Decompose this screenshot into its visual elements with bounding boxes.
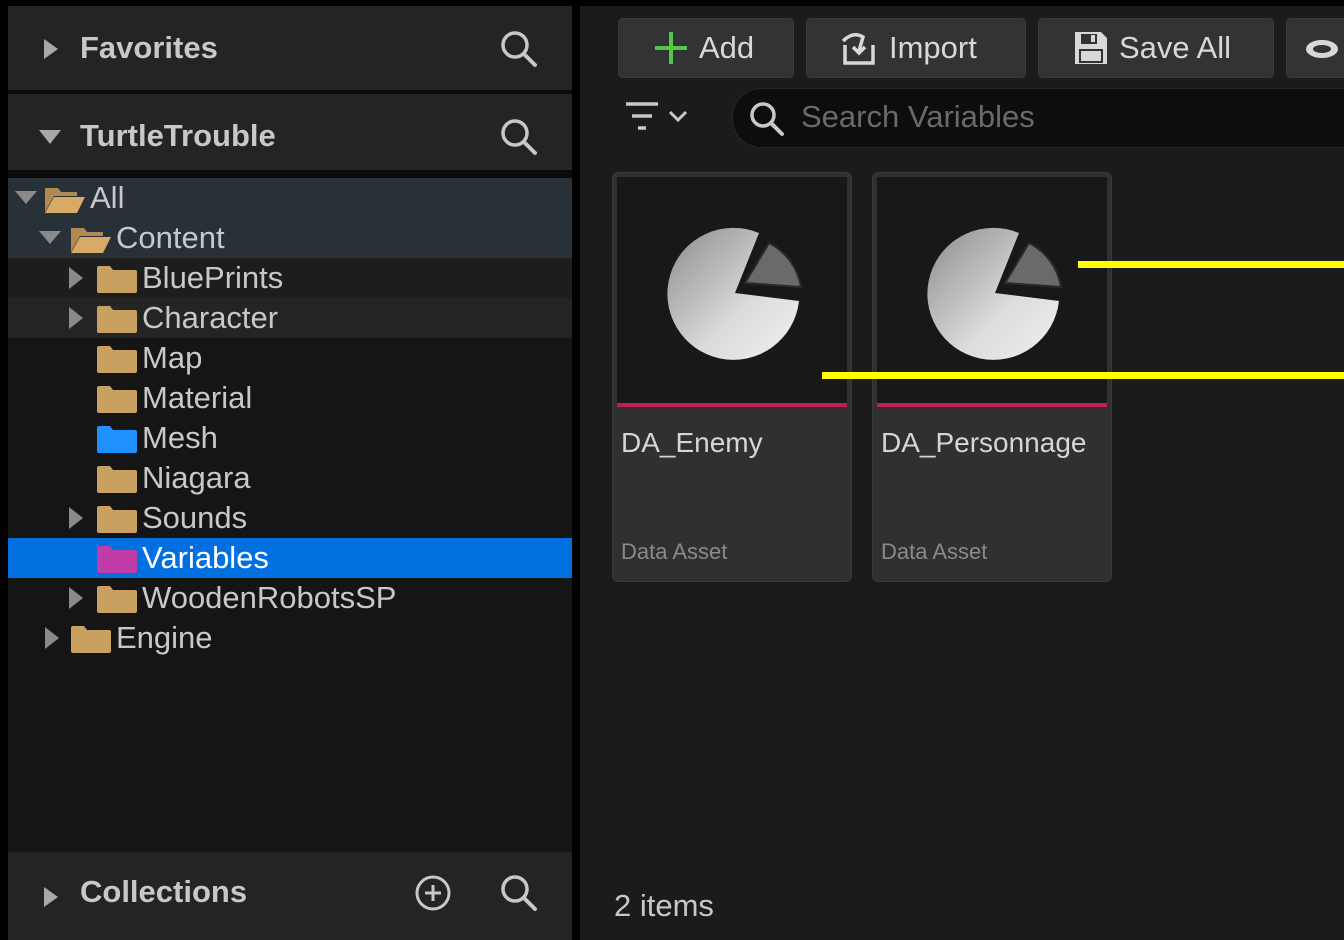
caret-right-icon[interactable] [44,626,60,650]
project-title: TurtleTrouble [80,118,276,153]
source-control-icon [1306,40,1338,58]
asset-thumbnail [877,177,1107,403]
folder-tree: All Content BluePrints Character Map Mat… [8,178,572,658]
folder-icon [97,586,137,613]
data-asset-icon [667,227,803,360]
folder-icon [97,306,137,333]
caret-right-icon[interactable] [68,306,84,330]
folder-icon [97,466,137,493]
folder-open-icon [45,188,85,213]
tree-item-character[interactable]: Character [8,298,572,338]
tree-item-mesh[interactable]: Mesh [8,418,572,458]
collections-title: Collections [80,874,248,909]
folder-icon [97,506,137,533]
tree-item-label: Material [142,380,253,415]
import-icon [841,33,875,65]
filter-icon[interactable] [624,100,690,136]
folder-icon [97,426,137,453]
asset-name: DA_Enemy [621,427,763,458]
add-button[interactable]: Add [618,18,794,78]
save-icon [1075,32,1107,64]
plus-icon [655,32,687,64]
tree-item-blueprints[interactable]: BluePrints [8,258,572,298]
tree-item-label: Map [142,340,203,375]
divider [8,170,572,178]
collections-header[interactable]: Collections [8,852,572,940]
annotation-line [822,372,1344,379]
caret-right-icon[interactable] [42,38,60,60]
search-icon[interactable] [500,874,538,912]
item-count: 2 items [614,888,714,923]
content-browser-assets-panel: Add Import Save All Search Variables DA_… [580,6,1344,940]
asset-type-bar [877,403,1107,407]
caret-right-icon[interactable] [68,586,84,610]
folder-icon [97,386,137,413]
data-asset-icon [927,227,1063,360]
tree-item-engine[interactable]: Engine [8,618,572,658]
search-icon[interactable] [500,118,538,156]
tree-item-variables[interactable]: Variables [8,538,572,578]
tree-item-label: Character [142,300,279,335]
tree-item-woodenrobotssp[interactable]: WoodenRobotsSP [8,578,572,618]
tree-item-label: Variables [142,540,269,575]
favorites-title: Favorites [80,30,218,65]
search-bar[interactable]: Search Variables [732,88,1344,148]
asset-name: DA_Personnage [881,427,1087,458]
folder-icon [71,626,111,653]
tree-item-label: BluePrints [142,260,284,295]
tree-item-label: Sounds [142,500,248,535]
annotation-line [1078,261,1344,268]
search-icon [750,102,784,136]
tree-item-label: Content [116,220,225,255]
tree-item-niagara[interactable]: Niagara [8,458,572,498]
tree-item-content[interactable]: Content [8,218,572,258]
content-browser-sources-panel: Favorites TurtleTrouble All Content Blue… [8,6,572,940]
asset-type: Data Asset [621,539,728,564]
asset-type: Data Asset [881,539,988,564]
tree-item-material[interactable]: Material [8,378,572,418]
caret-down-icon[interactable] [38,128,62,146]
tree-item-sounds[interactable]: Sounds [8,498,572,538]
folder-open-icon [71,228,111,253]
project-header[interactable]: TurtleTrouble [8,94,572,178]
asset-tile-da-enemy[interactable]: DA_Enemy Data Asset [612,172,852,582]
search-input[interactable]: Search Variables [801,99,1035,135]
save-all-button[interactable]: Save All [1038,18,1274,78]
import-button-label: Import [889,30,977,65]
search-icon[interactable] [500,30,538,68]
caret-right-icon[interactable] [42,886,60,908]
caret-right-icon[interactable] [68,506,84,530]
source-control-button[interactable] [1286,18,1344,78]
tree-item-label: Mesh [142,420,218,455]
folder-icon [97,346,137,373]
tree-item-label: Engine [116,620,213,655]
caret-right-icon[interactable] [68,266,84,290]
caret-down-icon[interactable] [38,230,62,246]
tree-item-label: Niagara [142,460,251,495]
asset-thumbnail [617,177,847,403]
caret-down-icon[interactable] [14,190,38,206]
folder-icon [97,266,137,293]
add-button-label: Add [699,30,755,65]
favorites-header[interactable]: Favorites [8,6,572,90]
tree-item-map[interactable]: Map [8,338,572,378]
tree-item-label: All [90,180,125,215]
tree-item-label: WoodenRobotsSP [142,580,397,615]
save-all-button-label: Save All [1119,30,1232,65]
tree-item-all[interactable]: All [8,178,572,218]
folder-icon [97,546,137,573]
import-button[interactable]: Import [806,18,1026,78]
asset-type-bar [617,403,847,407]
add-collection-icon[interactable] [414,874,452,912]
